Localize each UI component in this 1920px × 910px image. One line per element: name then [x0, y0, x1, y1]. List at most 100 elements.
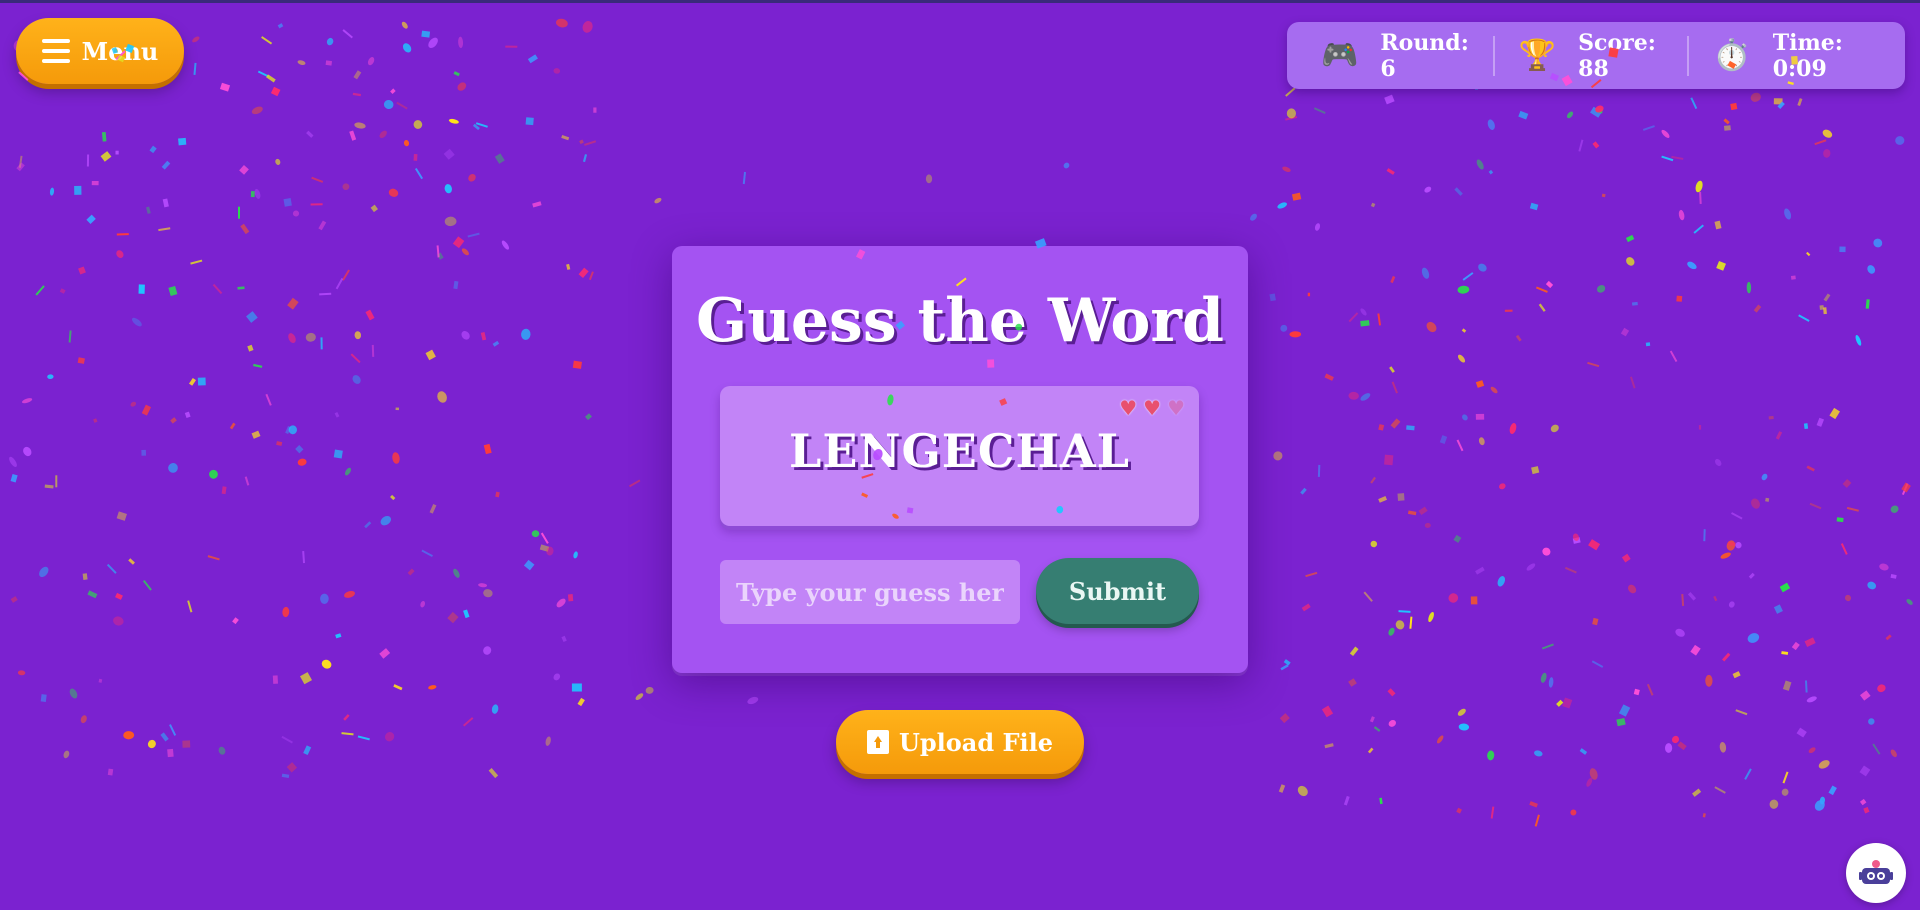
confetti-piece — [1462, 414, 1468, 421]
confetti-piece — [472, 123, 480, 131]
confetti-piece — [187, 600, 193, 613]
confetti-piece — [1808, 747, 1816, 754]
trophy-icon: 🏆 — [1518, 37, 1557, 73]
confetti-piece — [288, 333, 296, 344]
confetti-piece — [1806, 251, 1811, 257]
confetti-piece — [212, 283, 223, 295]
upload-file-button[interactable]: Upload File — [836, 710, 1084, 774]
confetti-piece — [384, 732, 395, 742]
confetti-piece — [1497, 576, 1506, 587]
confetti-piece — [116, 250, 124, 258]
confetti-piece — [74, 185, 82, 195]
confetti-piece — [272, 675, 278, 684]
confetti-piece — [566, 263, 571, 270]
confetti-piece — [1777, 101, 1785, 109]
confetti-piece — [437, 391, 447, 403]
confetti-piece — [453, 280, 459, 290]
confetti-piece — [1782, 680, 1792, 691]
heart-icon: ♥ — [1167, 396, 1185, 420]
confetti-piece — [286, 762, 298, 773]
confetti-piece — [1453, 534, 1462, 543]
confetti-piece — [1626, 257, 1635, 266]
confetti-piece — [229, 422, 236, 430]
confetti-piece — [395, 407, 400, 411]
confetti-piece — [480, 331, 487, 341]
confetti-piece — [478, 583, 488, 588]
confetti-piece — [1314, 223, 1321, 231]
confetti-piece — [169, 724, 177, 736]
confetti-piece — [444, 184, 452, 194]
confetti-piece — [132, 317, 142, 327]
confetti-piece — [1621, 553, 1631, 563]
confetti-piece — [232, 617, 239, 625]
confetti-piece — [190, 259, 203, 265]
confetti-piece — [1859, 798, 1867, 806]
confetti-piece — [283, 198, 292, 207]
confetti-piece — [1297, 785, 1308, 797]
confetti-piece — [1814, 139, 1827, 146]
confetti-piece — [1390, 418, 1401, 429]
confetti-piece — [463, 717, 474, 727]
submit-button[interactable]: Submit — [1036, 558, 1199, 624]
confetti-piece — [1753, 304, 1762, 313]
confetti-piece — [1488, 169, 1494, 175]
confetti-piece — [55, 475, 58, 488]
confetti-piece — [1618, 704, 1631, 717]
confetti-piece — [428, 685, 437, 690]
confetti-piece — [578, 267, 589, 279]
confetti-piece — [1305, 571, 1318, 578]
confetti-piece — [488, 768, 499, 779]
confetti-piece — [1390, 275, 1396, 284]
confetti-piece — [1289, 331, 1302, 338]
confetti-piece — [1867, 265, 1876, 274]
confetti-piece — [1791, 641, 1800, 651]
confetti-piece — [436, 245, 440, 258]
confetti-piece — [1454, 187, 1463, 196]
confetti-piece — [239, 165, 249, 175]
confetti-piece — [352, 92, 362, 97]
menu-button[interactable]: Menu — [16, 18, 184, 84]
confetti-piece — [553, 673, 561, 681]
confetti-piece — [1819, 796, 1826, 805]
confetti-piece — [1388, 719, 1396, 727]
confetti-piece — [1377, 313, 1382, 326]
confetti-piece — [21, 398, 33, 404]
confetti-piece — [1349, 646, 1359, 657]
confetti-piece — [1384, 94, 1395, 105]
confetti-piece — [1822, 129, 1833, 138]
score-stat: 🏆 Score: 88 — [1492, 30, 1688, 82]
confetti-piece — [1809, 502, 1822, 510]
confetti-piece — [573, 551, 578, 559]
confetti-piece — [567, 594, 574, 602]
confetti-piece — [1642, 125, 1655, 131]
confetti-piece — [116, 511, 127, 521]
confetti-piece — [1629, 376, 1636, 389]
confetti-piece — [1872, 743, 1881, 755]
confetti-piece — [1461, 328, 1467, 333]
guess-input[interactable] — [720, 560, 1020, 624]
confetti-piece — [461, 248, 469, 256]
confetti-piece — [1458, 723, 1470, 731]
confetti-piece — [447, 611, 459, 624]
confetti-piece — [1538, 303, 1546, 312]
confetti-piece — [1715, 458, 1722, 467]
confetti-piece — [1367, 747, 1374, 754]
confetti-piece — [1816, 417, 1825, 427]
confetti-piece — [1384, 454, 1394, 466]
confetti-piece — [17, 670, 26, 676]
confetti-piece — [492, 340, 500, 347]
confetti-piece — [128, 558, 135, 565]
confetti-piece — [1890, 574, 1897, 579]
upload-label: Upload File — [898, 727, 1054, 757]
confetti-piece — [1579, 748, 1588, 755]
confetti-piece — [1515, 334, 1522, 342]
confetti-piece — [1487, 750, 1495, 761]
confetti-piece — [1687, 592, 1697, 601]
confetti-piece — [1436, 735, 1444, 744]
confetti-piece — [1063, 162, 1070, 169]
confetti-piece — [1713, 595, 1718, 602]
confetti-piece — [452, 236, 465, 249]
assistant-button[interactable] — [1846, 843, 1906, 903]
confetti-piece — [285, 425, 292, 435]
confetti-piece — [383, 99, 394, 110]
